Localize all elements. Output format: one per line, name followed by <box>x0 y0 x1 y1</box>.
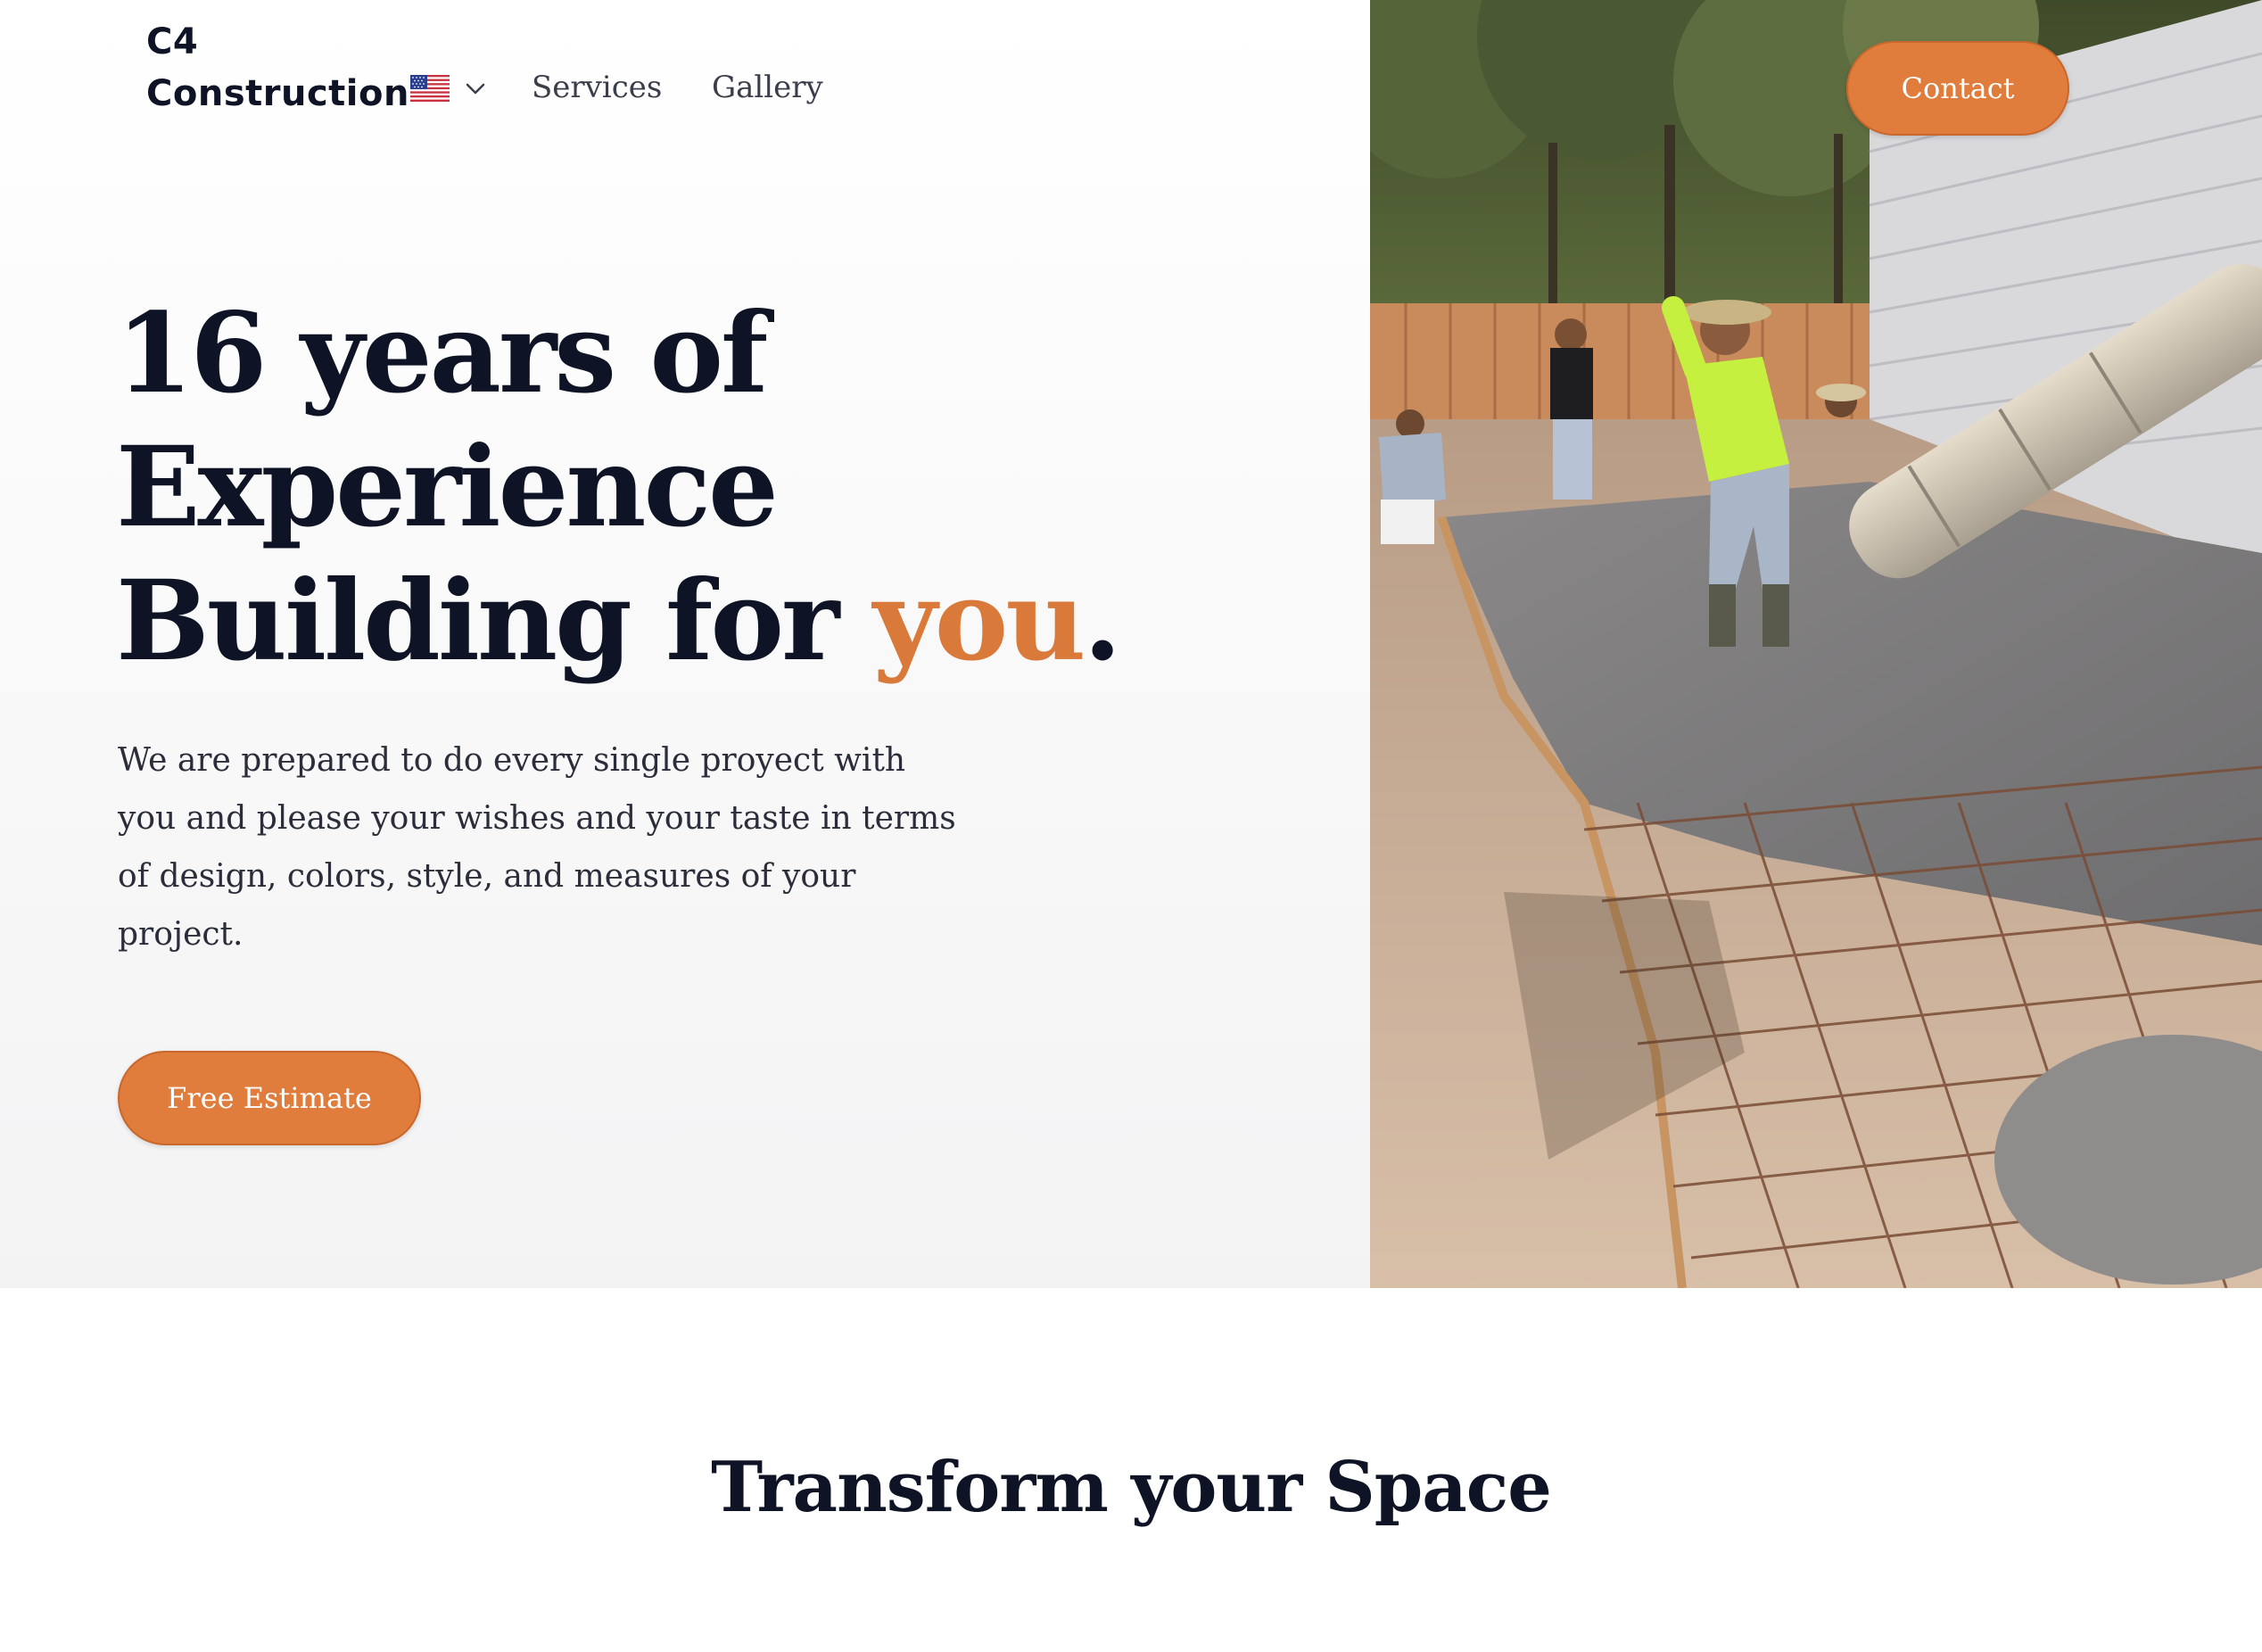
headline-line-3-prefix: Building for <box>116 557 873 686</box>
us-flag-icon <box>410 75 450 102</box>
language-selector[interactable] <box>410 71 499 107</box>
headline-accent-word: you <box>872 557 1086 686</box>
headline-line-3: Building for you. <box>116 555 1122 689</box>
hero-subtitle: We are prepared to do every single proye… <box>118 742 956 953</box>
nav-link-services[interactable]: Services <box>532 64 662 111</box>
nav-link-gallery[interactable]: Gallery <box>712 64 823 111</box>
brand-logo[interactable]: C4 Construction <box>146 16 409 120</box>
contact-button[interactable]: Contact <box>1846 41 2069 136</box>
headline-line-2: Experience <box>116 423 779 552</box>
headline-line-1: 16 years of <box>116 289 768 418</box>
brand-line2: Construction <box>146 73 409 114</box>
hero-photo <box>1370 0 2262 1288</box>
hero-headline: 16 years of Experience Building for you. <box>116 287 1122 689</box>
chevron-down-icon <box>466 83 485 95</box>
headline-suffix: . <box>1083 557 1121 686</box>
section-title: Transform your Space <box>711 1447 1552 1528</box>
hero-section: C4 Construction Services Gallery Contact… <box>0 0 2262 1288</box>
free-estimate-button[interactable]: Free Estimate <box>118 1051 421 1145</box>
brand-line1: C4 <box>146 21 199 62</box>
